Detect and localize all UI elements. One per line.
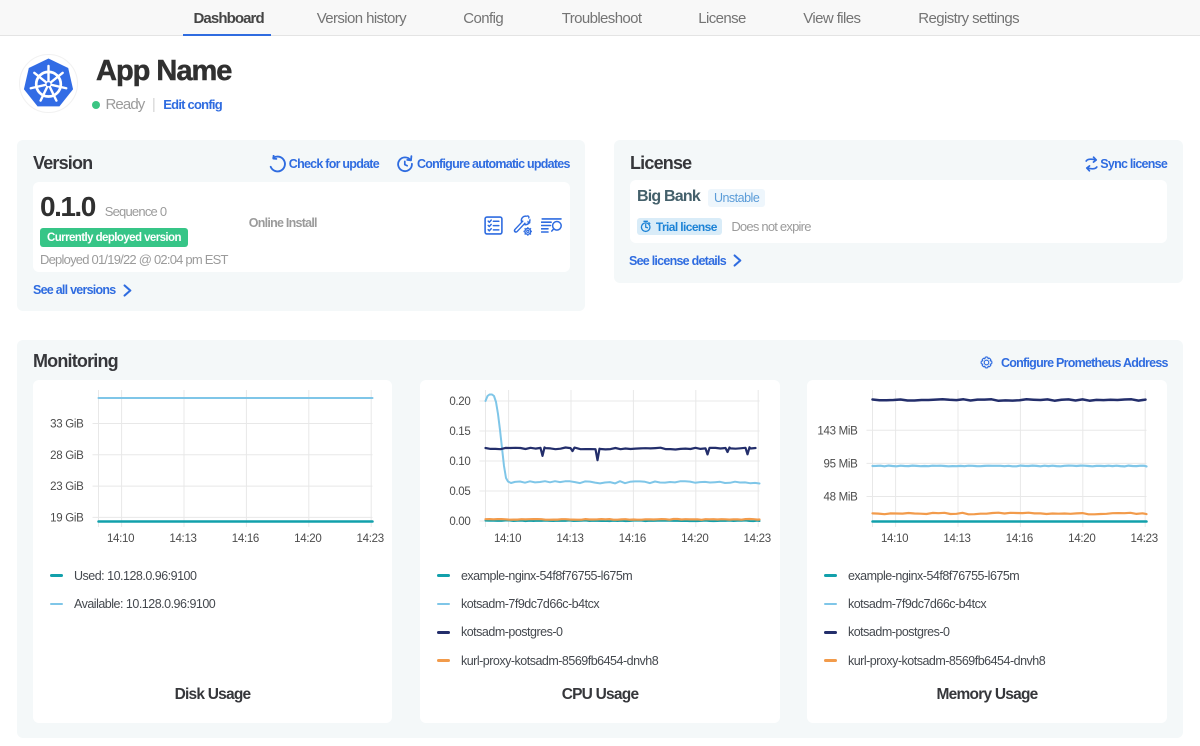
svg-text:14:16: 14:16	[619, 533, 646, 545]
svg-text:0.05: 0.05	[449, 486, 470, 498]
svg-text:0.00: 0.00	[449, 516, 470, 528]
svg-text:23 GiB: 23 GiB	[50, 481, 84, 493]
svg-text:33 GiB: 33 GiB	[50, 419, 84, 431]
svg-text:14:10: 14:10	[881, 533, 908, 545]
svg-text:14:13: 14:13	[169, 533, 196, 545]
svg-text:28 GiB: 28 GiB	[50, 450, 84, 462]
svg-text:48 MiB: 48 MiB	[824, 492, 859, 504]
svg-text:14:23: 14:23	[744, 533, 771, 545]
svg-text:14:16: 14:16	[1006, 533, 1033, 545]
svg-text:14:20: 14:20	[1068, 533, 1095, 545]
svg-text:14:10: 14:10	[107, 533, 134, 545]
svg-text:14:23: 14:23	[1131, 533, 1158, 545]
svg-text:0.10: 0.10	[449, 456, 470, 468]
svg-text:14:20: 14:20	[681, 533, 708, 545]
svg-text:95 MiB: 95 MiB	[824, 458, 859, 470]
svg-text:14:16: 14:16	[232, 533, 259, 545]
svg-text:14:10: 14:10	[494, 533, 521, 545]
svg-text:14:13: 14:13	[943, 533, 970, 545]
svg-text:0.15: 0.15	[449, 426, 470, 438]
svg-text:14:23: 14:23	[357, 533, 384, 545]
svg-text:143 MiB: 143 MiB	[817, 425, 858, 437]
svg-text:0.20: 0.20	[449, 396, 470, 408]
svg-text:19 GiB: 19 GiB	[50, 512, 84, 524]
svg-text:14:13: 14:13	[556, 533, 583, 545]
svg-text:14:20: 14:20	[294, 533, 321, 545]
